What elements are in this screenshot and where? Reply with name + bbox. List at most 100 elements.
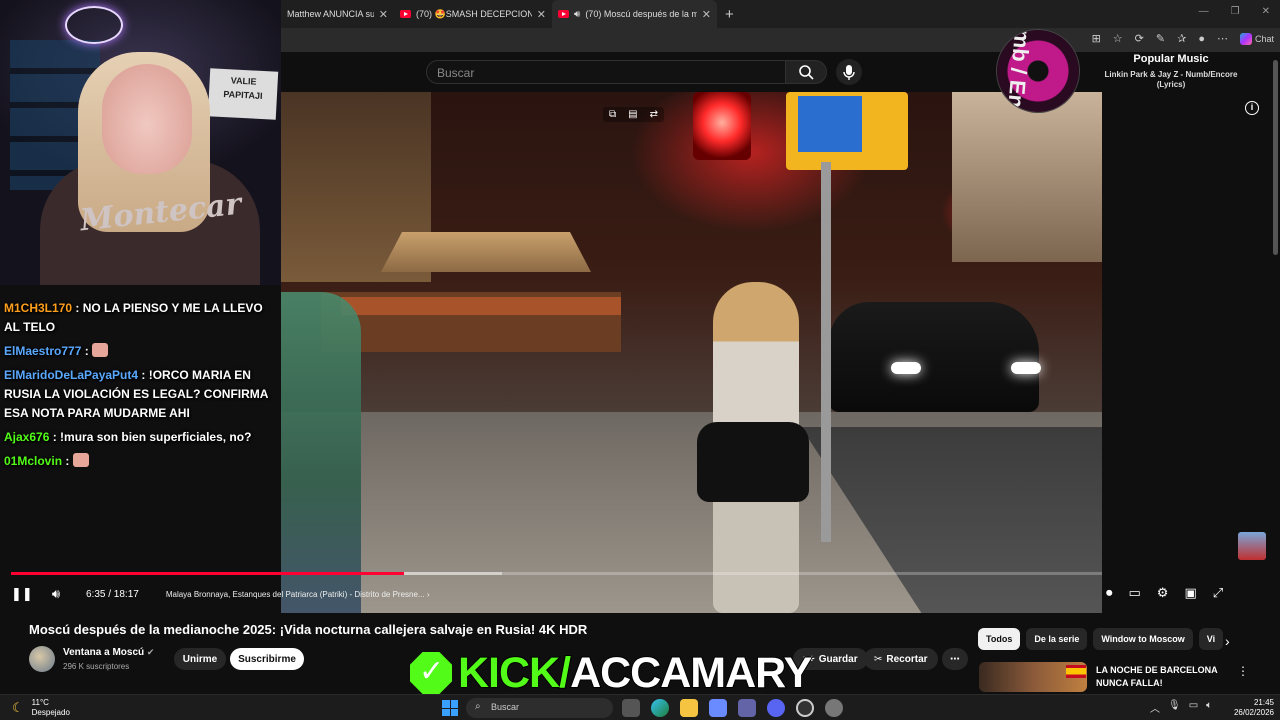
subtitles-icon[interactable]: ▭: [1129, 585, 1141, 601]
more-actions-button[interactable]: ⋯: [942, 648, 968, 670]
task-view-icon[interactable]: [622, 699, 640, 717]
now-playing-track: Linkin Park & Jay Z - Numb/Encore (Lyric…: [1104, 70, 1238, 89]
video-scene-headlight: [1011, 362, 1041, 374]
settings-icon[interactable]: [825, 699, 843, 717]
video-scene-building: [952, 92, 1102, 262]
info-icon[interactable]: i: [1245, 101, 1259, 115]
tab-close-icon[interactable]: ✕: [379, 8, 388, 21]
chat-username[interactable]: 01Mclovin: [4, 454, 62, 468]
close-window-icon[interactable]: ✕: [1262, 6, 1270, 17]
taskbar-search[interactable]: ⌕ Buscar: [466, 698, 613, 718]
fullscreen-icon[interactable]: ⤢: [1213, 585, 1223, 601]
mic-tray-icon[interactable]: 🎙︎: [1168, 700, 1181, 715]
chip-window-to-moscow[interactable]: Window to Moscow: [1093, 628, 1193, 650]
clip-button[interactable]: ✂ Recortar: [864, 648, 938, 670]
chat-emote-icon: [72, 453, 89, 467]
system-clock[interactable]: 21:45 26/02/2026: [1228, 698, 1274, 718]
new-tab-button[interactable]: +: [725, 6, 734, 23]
minimize-icon[interactable]: —: [1199, 6, 1209, 17]
browser-tab-active[interactable]: 🔊︎ (70) Moscú después de la me ✕: [552, 0, 717, 28]
maximize-icon[interactable]: ❐: [1231, 6, 1240, 17]
theater-mode-icon[interactable]: ▣: [1184, 585, 1196, 601]
volume-tray-icon[interactable]: 🔈︎: [1206, 700, 1212, 715]
autoplay-toggle-icon[interactable]: ⏺: [1106, 585, 1113, 601]
volume-icon[interactable]: 🔊︎: [46, 586, 66, 602]
search-button[interactable]: [785, 60, 827, 84]
video-scene-pedestrian: [281, 292, 361, 613]
windows-start-icon[interactable]: [442, 700, 458, 716]
translate-icon[interactable]: ⇄: [650, 109, 658, 120]
streamer-webcam: VALIE PAPITAJI Montecar: [0, 0, 281, 285]
weather-desc: Despejado: [31, 708, 70, 717]
chapter-title[interactable]: Malaya Bronnaya, Estanques del Patriarca…: [166, 590, 430, 599]
chevron-up-icon[interactable]: ︿: [1150, 700, 1160, 715]
chat-message: Ajax676 : !mura son bien superficiales, …: [0, 427, 284, 448]
notes-icon[interactable]: ▤: [628, 109, 637, 120]
chat-text: : !mura son bien superficiales, no?: [49, 430, 252, 444]
windows-taskbar: ☾ 11°C Despejado ⌕ Buscar ︿ 🎙︎ ▭ 🔈︎ 21:4…: [0, 694, 1280, 720]
obs-icon[interactable]: [796, 699, 814, 717]
tab-title: (70) 🤩SMASH DECEPCIONADO ·: [416, 8, 532, 19]
time-display: 6:35 / 18:17: [86, 588, 139, 600]
vinyl-disc: mb / Enc: [997, 30, 1079, 112]
teams-icon[interactable]: [738, 699, 756, 717]
store-icon[interactable]: [709, 699, 727, 717]
chat-message: ElMaridoDeLaPayaPut4 : !ORCO MARIA EN RU…: [0, 365, 284, 424]
chip-more[interactable]: Vi: [1198, 628, 1224, 650]
chat-message: M1CH3L170 : NO LA PIENSO Y ME LA LLEVO A…: [0, 298, 284, 338]
video-scene-awning: [381, 232, 591, 272]
save-label: Guardar: [818, 653, 858, 665]
spain-flag-icon: [1066, 665, 1086, 678]
tab-title: (70) Moscú después de la me: [585, 9, 697, 19]
discord-icon[interactable]: [767, 699, 785, 717]
display-icon[interactable]: ▭: [1189, 700, 1198, 715]
weather-widget[interactable]: ☾ 11°C Despejado: [12, 698, 70, 718]
chat-username[interactable]: ElMaestro777: [4, 344, 81, 358]
video-scene-bag: [697, 422, 809, 502]
planet-neon-icon: [65, 6, 123, 44]
subscribe-button[interactable]: Suscribirme: [230, 648, 304, 670]
moon-icon: ☾: [12, 700, 24, 715]
pip-icon[interactable]: ⧉: [609, 109, 616, 120]
browser-tab[interactable]: (70) 🤩SMASH DECEPCIONADO · ✕: [394, 0, 552, 28]
chat-username[interactable]: ElMaridoDeLaPayaPut4: [4, 368, 138, 382]
tab-close-icon[interactable]: ✕: [702, 8, 711, 21]
kick-prefix: KICK/: [457, 648, 572, 698]
settings-gear-icon[interactable]: ⚙: [1157, 585, 1169, 601]
browser-tab-strip: Matthew ANUNCIA su RET ✕ (70) 🤩SMASH DEC…: [281, 0, 1280, 28]
browser-tab[interactable]: Matthew ANUNCIA su RET ✕: [281, 0, 394, 28]
now-playing-widget: mb / Enc Popular Music Linkin Park & Jay…: [995, 30, 1280, 115]
player-right-controls: ⏺ ▭ ⚙ ▣ ⤢: [1106, 585, 1223, 601]
chat-username[interactable]: Ajax676: [4, 430, 49, 444]
voice-search-button[interactable]: [836, 59, 862, 85]
chat-username[interactable]: M1CH3L170: [4, 301, 72, 315]
pause-icon[interactable]: ❚❚: [11, 586, 33, 602]
video-player[interactable]: ⧉ ▤ ⇄: [281, 92, 1102, 613]
recommendation-title[interactable]: LA NOCHE DE BARCELONA NUNCA FALLA!: [1096, 664, 1226, 690]
channel-avatar[interactable]: [29, 646, 55, 672]
search-icon: ⌕: [475, 701, 481, 712]
more-vert-icon[interactable]: ⋮: [1237, 664, 1249, 678]
scrollbar[interactable]: [1273, 60, 1278, 255]
video-title: Moscú después de la medianoche 2025: ¡Vi…: [29, 622, 588, 637]
video-progress-bar[interactable]: [11, 572, 1102, 575]
edge-icon[interactable]: [651, 699, 669, 717]
wall-poster: VALIE PAPITAJI: [207, 68, 279, 120]
chip-series[interactable]: De la serie: [1026, 628, 1088, 650]
chat-emote-icon: [92, 343, 109, 357]
clip-label: Recortar: [886, 653, 928, 665]
channel-name[interactable]: Ventana a Moscú ✔: [63, 647, 154, 658]
search-input[interactable]: Buscar: [426, 60, 786, 84]
join-button[interactable]: Unirme: [174, 648, 226, 670]
taskbar-search-label: Buscar: [491, 702, 520, 712]
system-tray: ︿ 🎙︎ ▭ 🔈︎: [1150, 700, 1212, 715]
window-controls: — ❐ ✕: [1199, 6, 1270, 17]
speaker-icon[interactable]: 🔊︎: [574, 9, 580, 20]
chevron-right-icon[interactable]: ›: [1225, 633, 1230, 649]
kick-username: ACCAMARY: [569, 648, 813, 698]
tab-close-icon[interactable]: ✕: [537, 8, 546, 21]
youtube-favicon-icon: [400, 10, 411, 18]
screen: VALIE PAPITAJI Montecar Matthew ANUNCIA …: [0, 0, 1280, 720]
file-explorer-icon[interactable]: [680, 699, 698, 717]
chip-all[interactable]: Todos: [978, 628, 1021, 650]
